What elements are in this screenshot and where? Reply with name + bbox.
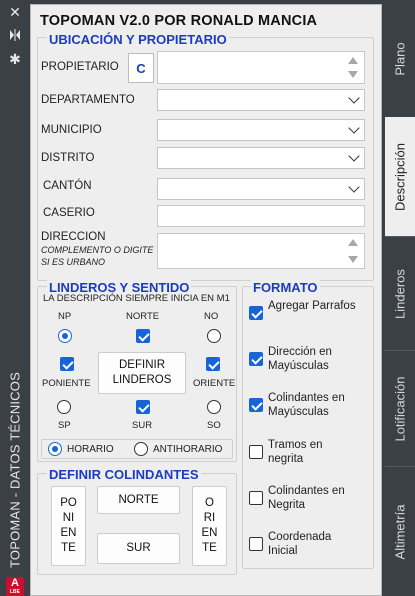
distrito-label: DISTRITO: [41, 152, 95, 164]
colindantes-mayusculas-checkbox[interactable]: [249, 398, 263, 412]
collapse-icon[interactable]: [7, 28, 23, 42]
propietario-field[interactable]: [157, 51, 365, 84]
canton-label: CANTÓN: [43, 180, 92, 192]
formato-heading: FORMATO: [251, 280, 320, 295]
tramos-negrita-label: Tramos en negrita: [268, 439, 323, 465]
close-icon[interactable]: ✕: [7, 4, 23, 20]
no-label: NO: [204, 311, 219, 322]
panel-title: TOPOMAN V2.0 POR RONALD MANCIA: [40, 13, 318, 29]
colindante-poniente-button[interactable]: PO NI EN TE: [51, 486, 86, 566]
colindante-oriente-button[interactable]: O RI EN TE: [192, 486, 227, 566]
agregar-parrafos-label: Agregar Parrafos: [268, 300, 356, 312]
sur-label: SUR: [132, 420, 153, 431]
sp-label: SP: [58, 420, 71, 431]
formato-group: [242, 286, 374, 569]
sp-radio[interactable]: [57, 400, 71, 414]
colindantes-negrita-checkbox[interactable]: [249, 491, 263, 505]
horario-label: HORARIO: [67, 444, 114, 455]
direccion-mayusculas-label: Dirección en Mayúsculas: [268, 346, 332, 372]
tab-descripcion[interactable]: Descripción: [385, 117, 415, 236]
so-label: SO: [207, 420, 221, 431]
coordenada-inicial-checkbox[interactable]: [249, 537, 263, 551]
gear-icon[interactable]: ✱: [7, 51, 23, 67]
chevron-down-icon: [348, 181, 360, 193]
so-radio[interactable]: [207, 400, 221, 414]
descripcion-panel: TOPOMAN V2.0 POR RONALD MANCIA UBICACIÓN…: [30, 4, 382, 596]
norte-label: NORTE: [126, 311, 160, 322]
colindantes-heading: DEFINIR COLINDANTES: [47, 467, 201, 482]
topoman-window: ✕ ✱ TOPOMAN - DATOS TÉCNICOS A LBE TOPOMA…: [0, 0, 415, 596]
scroll-down-icon[interactable]: [348, 256, 358, 263]
scroll-down-icon[interactable]: [348, 71, 358, 78]
municipio-select[interactable]: [157, 119, 365, 141]
tab-plano[interactable]: Plano: [385, 0, 415, 117]
chevron-down-icon: [348, 92, 360, 104]
tab-lotificacion[interactable]: Lotificación: [385, 350, 415, 466]
tab-linderos[interactable]: Linderos: [385, 236, 415, 350]
scroll-up-icon[interactable]: [348, 57, 358, 64]
canton-select[interactable]: [157, 178, 365, 200]
linderos-note: LA DESCRIPCIÓN SIEMPRE INICIA EN M1: [43, 293, 230, 304]
agregar-parrafos-checkbox[interactable]: [249, 306, 263, 320]
tramos-negrita-checkbox[interactable]: [249, 445, 263, 459]
palette-title-bar: ✕ ✱ TOPOMAN - DATOS TÉCNICOS A LBE: [0, 0, 30, 596]
direccion-hint: COMPLEMENTO O DIGITE SI ES URBANO: [41, 245, 154, 267]
propietario-label: PROPIETARIO: [41, 61, 119, 73]
no-radio[interactable]: [207, 329, 221, 343]
definir-linderos-button[interactable]: DEFINIR LINDEROS: [98, 352, 186, 394]
c-button[interactable]: C: [128, 53, 154, 83]
oriente-checkbox[interactable]: [206, 357, 220, 371]
np-label: NP: [58, 311, 72, 322]
coordenada-inicial-label: Coordenada Inicial: [268, 531, 332, 557]
municipio-label: MUNICIPIO: [41, 124, 102, 136]
autocad-logo-icon: A LBE: [6, 577, 24, 596]
colindante-norte-button[interactable]: NORTE: [97, 486, 180, 514]
np-radio[interactable]: [58, 329, 72, 343]
tab-altimetria[interactable]: Altimetría: [385, 466, 415, 596]
palette-tabs: Plano Descripción Linderos Lotificación …: [384, 0, 415, 596]
palette-title: TOPOMAN - DATOS TÉCNICOS: [7, 372, 23, 568]
horario-radio[interactable]: [48, 442, 62, 456]
caserio-label: CASERIO: [43, 207, 95, 219]
antihorario-radio[interactable]: [134, 442, 148, 456]
poniente-checkbox[interactable]: [60, 357, 74, 371]
poniente-label: PONIENTE: [42, 378, 91, 389]
chevron-down-icon: [348, 150, 360, 162]
chevron-down-icon: [348, 122, 360, 134]
sur-checkbox[interactable]: [136, 400, 150, 414]
direccion-mayusculas-checkbox[interactable]: [249, 352, 263, 366]
norte-checkbox[interactable]: [136, 329, 150, 343]
oriente-label: ORIENTE: [193, 378, 236, 389]
caserio-field[interactable]: [157, 205, 365, 227]
distrito-select[interactable]: [157, 147, 365, 169]
colindantes-negrita-label: Colindantes en Negrita: [268, 485, 345, 511]
colindante-sur-button[interactable]: SUR: [97, 533, 180, 564]
ubicacion-heading: UBICACIÓN Y PROPIETARIO: [47, 32, 229, 47]
departamento-select[interactable]: [157, 89, 365, 111]
departamento-label: DEPARTAMENTO: [41, 94, 135, 106]
colindantes-mayusculas-label: Colindantes en Mayúsculas: [268, 392, 345, 418]
direccion-field[interactable]: [157, 233, 365, 269]
scroll-up-icon[interactable]: [348, 239, 358, 246]
direccion-label: DIRECCION: [41, 231, 106, 243]
antihorario-label: ANTIHORARIO: [153, 444, 223, 455]
